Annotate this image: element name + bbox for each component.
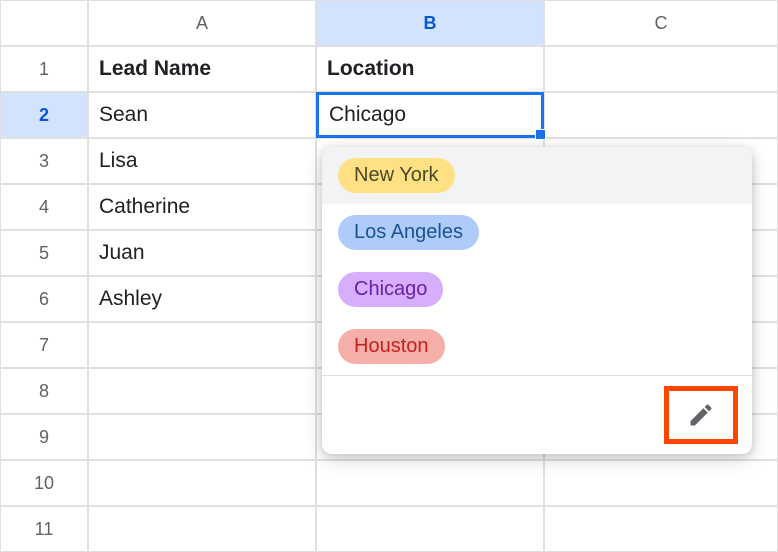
cell-A4[interactable]: Catherine <box>88 184 316 230</box>
dropdown-option-los-angeles[interactable]: Los Angeles <box>322 204 752 261</box>
chip-houston: Houston <box>338 329 445 364</box>
dropdown-menu: New York Los Angeles Chicago Houston <box>322 147 752 454</box>
cell-A10[interactable] <box>88 460 316 506</box>
dropdown-option-houston[interactable]: Houston <box>322 318 752 375</box>
cell-A11[interactable] <box>88 506 316 552</box>
cell-A2[interactable]: Sean <box>88 92 316 138</box>
cell-A5[interactable]: Juan <box>88 230 316 276</box>
row-header-2[interactable]: 2 <box>0 92 88 138</box>
row-header-6[interactable]: 6 <box>0 276 88 322</box>
row-header-5[interactable]: 5 <box>0 230 88 276</box>
cell-C1[interactable] <box>544 46 778 92</box>
col-header-c[interactable]: C <box>544 0 778 46</box>
row-header-9[interactable]: 9 <box>0 414 88 460</box>
row-header-4[interactable]: 4 <box>0 184 88 230</box>
col-header-b[interactable]: B <box>316 0 544 46</box>
cell-A7[interactable] <box>88 322 316 368</box>
cell-A6[interactable]: Ashley <box>88 276 316 322</box>
edit-button-highlight <box>664 386 738 444</box>
cell-B11[interactable] <box>316 506 544 552</box>
row-header-3[interactable]: 3 <box>0 138 88 184</box>
cell-B2-active[interactable]: Chicago <box>316 92 544 138</box>
cell-A3[interactable]: Lisa <box>88 138 316 184</box>
row-header-10[interactable]: 10 <box>0 460 88 506</box>
row-header-7[interactable]: 7 <box>0 322 88 368</box>
chip-new-york: New York <box>338 158 455 193</box>
pencil-icon[interactable] <box>687 401 715 429</box>
corner-cell[interactable] <box>0 0 88 46</box>
chip-los-angeles: Los Angeles <box>338 215 479 250</box>
cell-A1[interactable]: Lead Name <box>88 46 316 92</box>
cell-A8[interactable] <box>88 368 316 414</box>
dropdown-option-new-york[interactable]: New York <box>322 147 752 204</box>
cell-C11[interactable] <box>544 506 778 552</box>
col-header-a[interactable]: A <box>88 0 316 46</box>
cell-C2[interactable] <box>544 92 778 138</box>
row-header-11[interactable]: 11 <box>0 506 88 552</box>
cell-B1[interactable]: Location <box>316 46 544 92</box>
dropdown-footer <box>322 375 752 454</box>
row-header-1[interactable]: 1 <box>0 46 88 92</box>
cell-B10[interactable] <box>316 460 544 506</box>
chip-chicago: Chicago <box>338 272 443 307</box>
cell-A9[interactable] <box>88 414 316 460</box>
row-header-8[interactable]: 8 <box>0 368 88 414</box>
dropdown-option-chicago[interactable]: Chicago <box>322 261 752 318</box>
cell-C10[interactable] <box>544 460 778 506</box>
